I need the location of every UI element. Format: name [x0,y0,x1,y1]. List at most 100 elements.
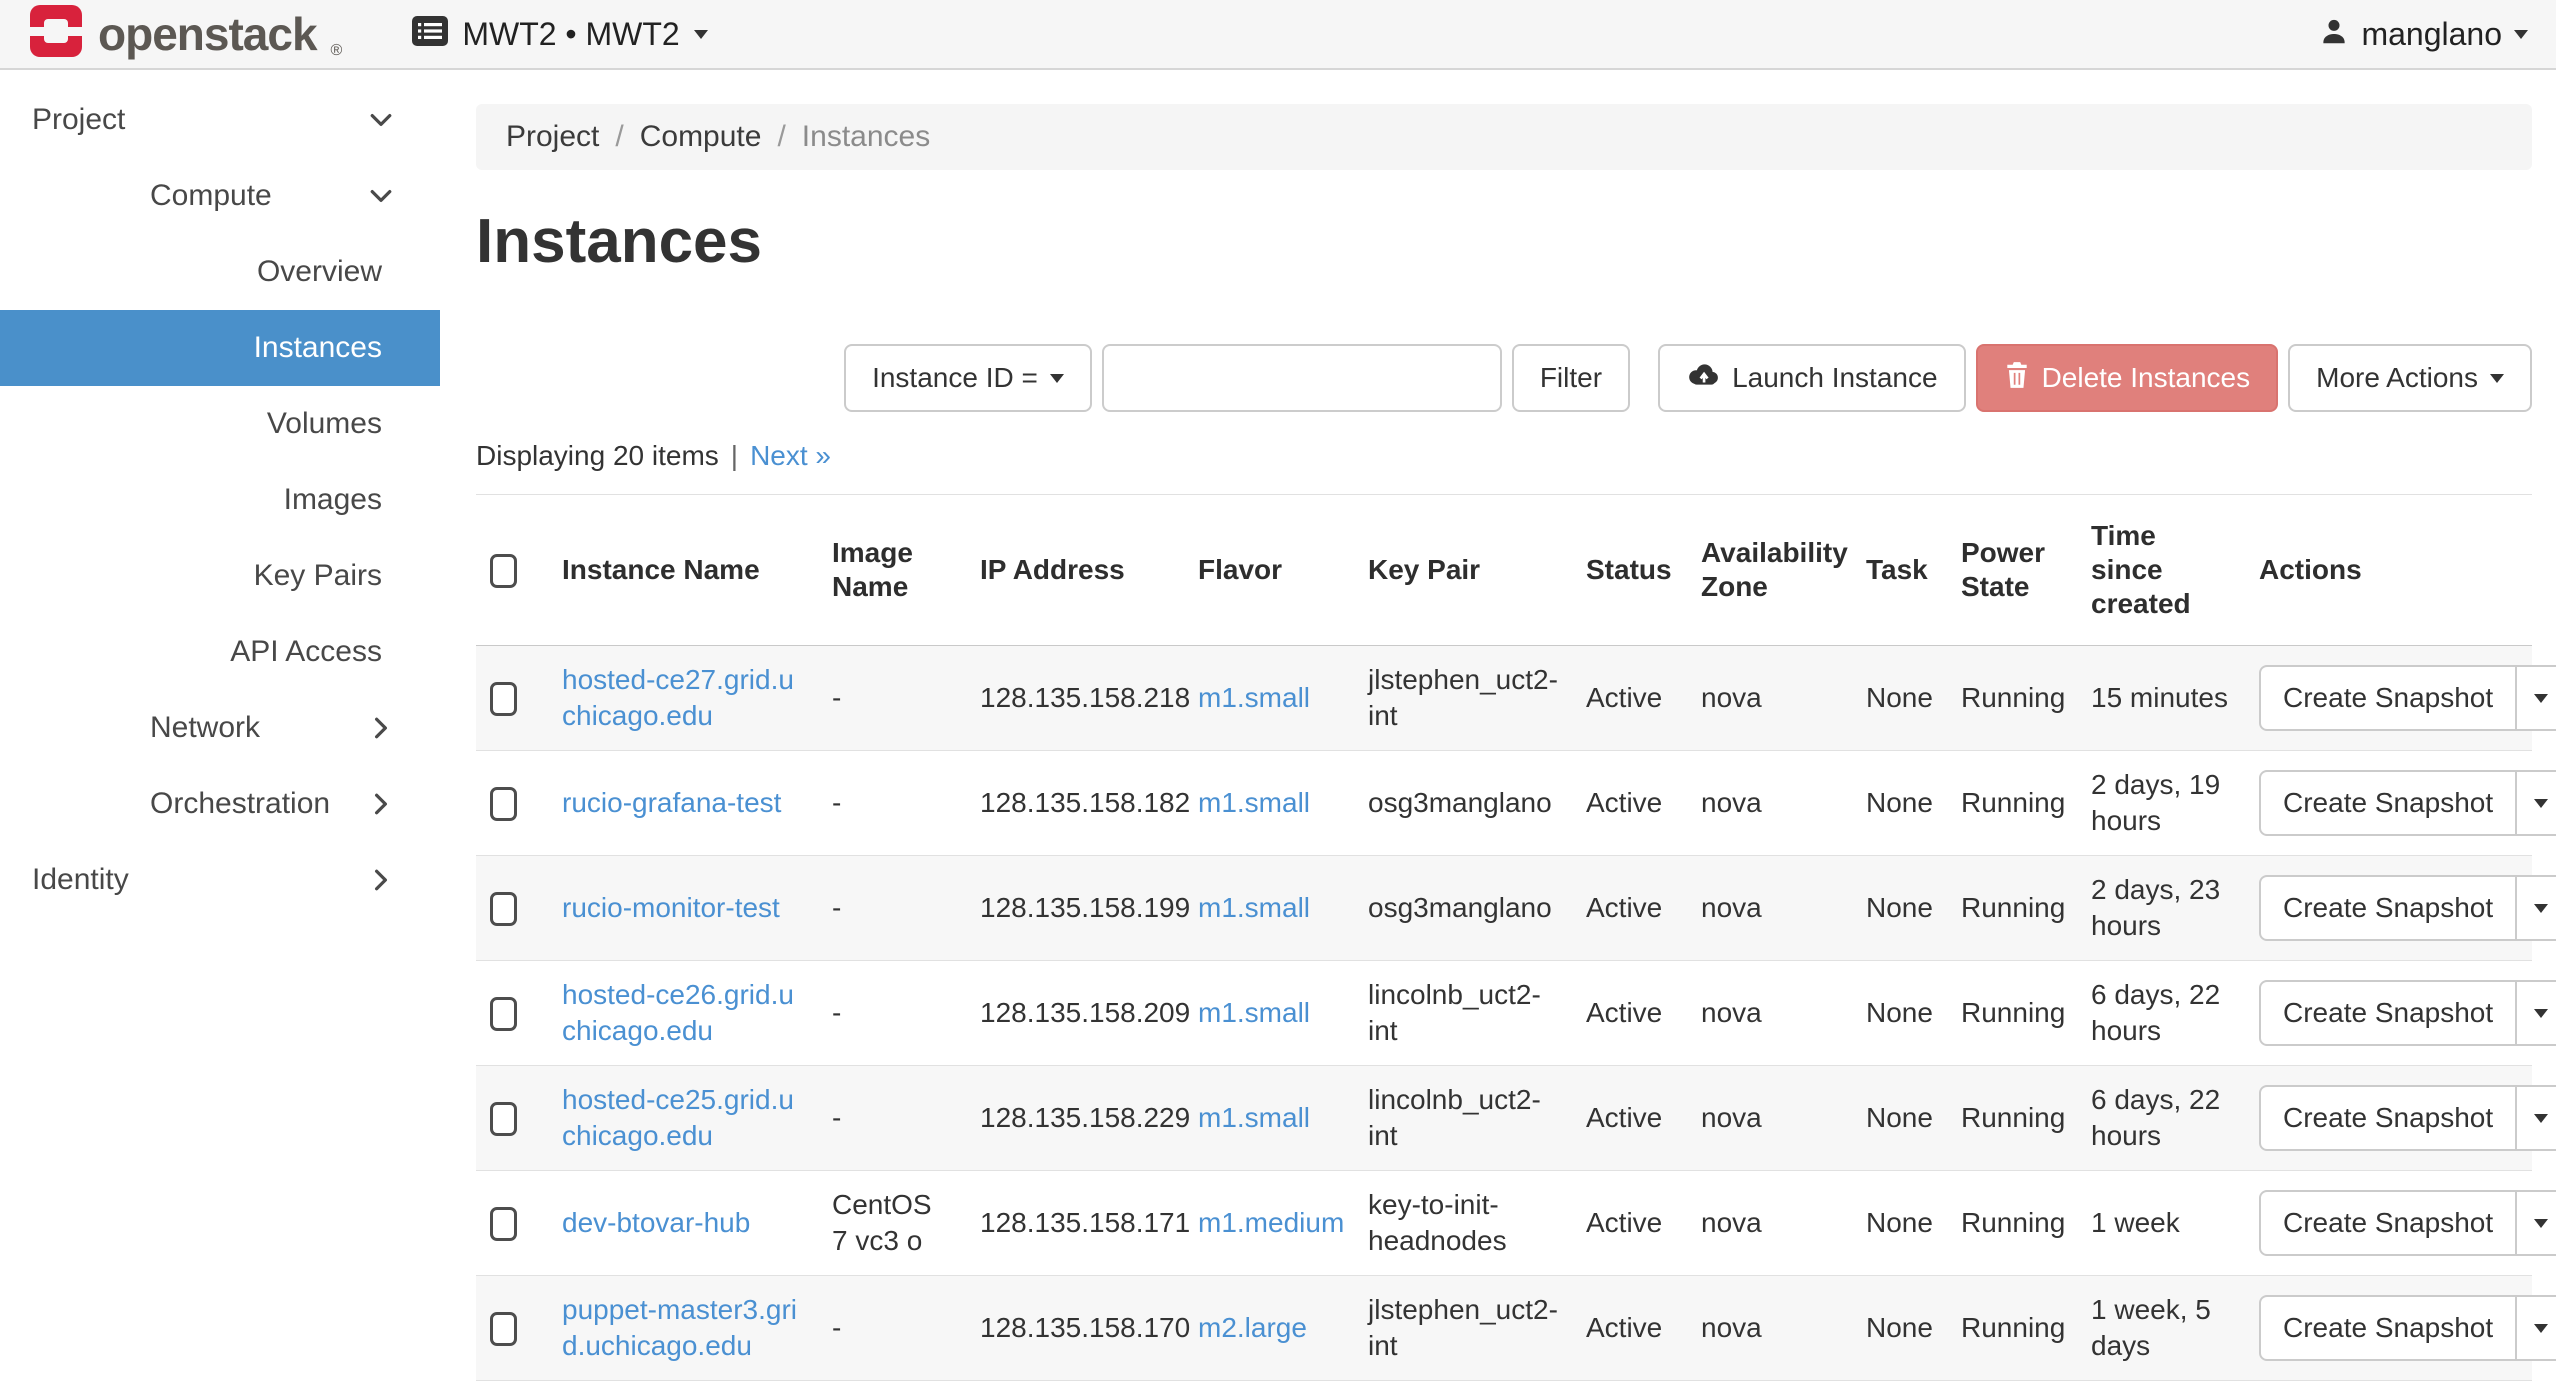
flavor-link[interactable]: m1.medium [1198,1207,1344,1238]
ip-address-cell: 128.135.158.209 [966,961,1184,1066]
flavor-link[interactable]: m1.small [1198,682,1310,713]
power-state-cell: Running [1947,961,2077,1066]
filter-field-dropdown[interactable]: Instance ID = [844,344,1092,412]
chevron-down-icon [2534,1009,2548,1018]
openstack-brand[interactable]: openstack ® [28,3,342,66]
filter-field-label: Instance ID = [872,362,1038,394]
row-select-cell [476,1276,548,1381]
availability-zone-cell: nova [1687,856,1852,961]
column-header-actions[interactable]: Actions [2245,495,2532,646]
column-header-task[interactable]: Task [1852,495,1947,646]
breadcrumb-item-project[interactable]: Project [506,120,640,154]
flavor-link[interactable]: m1.small [1198,892,1310,923]
create-snapshot-button[interactable]: Create Snapshot [2259,1085,2516,1151]
column-header-instance-name[interactable]: Instance Name [548,495,818,646]
ip-address-cell: 128.135.158.229 [966,1066,1184,1171]
launch-instance-button[interactable]: Launch Instance [1658,344,1966,412]
row-actions-dropdown-toggle[interactable] [2516,665,2556,731]
instance-name-link[interactable]: rucio-monitor-test [562,890,780,926]
create-snapshot-button[interactable]: Create Snapshot [2259,1190,2516,1256]
sidebar-item-project[interactable]: Project [0,82,440,158]
row-checkbox[interactable] [490,1207,517,1241]
row-checkbox[interactable] [490,997,517,1031]
sidebar-item-label: Identity [32,863,366,897]
create-snapshot-button[interactable]: Create Snapshot [2259,770,2516,836]
sidebar-item-api-access[interactable]: API Access [0,614,440,690]
row-actions-dropdown-toggle[interactable] [2516,1190,2556,1256]
filter-button[interactable]: Filter [1512,344,1630,412]
row-actions-dropdown-toggle[interactable] [2516,875,2556,941]
key-pair-cell: lincolnb_uct2-int [1354,1066,1572,1171]
actions-cell: Create Snapshot [2245,961,2532,1066]
select-all-header [476,495,548,646]
chevron-down-icon [1050,374,1064,383]
page-title: Instances [476,204,2532,280]
chevron-down-icon [694,30,708,39]
sidebar-item-instances[interactable]: Instances [0,310,440,386]
row-actions-dropdown-toggle[interactable] [2516,770,2556,836]
instance-name-link[interactable]: hosted-ce26.grid.uchicago.edu [562,977,804,1049]
sidebar-item-orchestration[interactable]: Orchestration [0,766,440,842]
row-actions-dropdown-toggle[interactable] [2516,1295,2556,1361]
sidebar-item-compute[interactable]: Compute [0,158,440,234]
key-pair-cell: key-to-init-headnodes [1354,1171,1572,1276]
column-header-ip-address[interactable]: IP Address [966,495,1184,646]
row-checkbox[interactable] [490,787,517,821]
create-snapshot-button[interactable]: Create Snapshot [2259,1295,2516,1361]
column-header-status[interactable]: Status [1572,495,1687,646]
row-checkbox[interactable] [490,1312,517,1346]
instance-name-cell: puppet-master3.grid.uchicago.edu [548,1276,818,1381]
filter-query-input[interactable] [1102,344,1502,412]
breadcrumb-item-compute[interactable]: Compute [640,120,802,154]
column-header-image-name[interactable]: Image Name [818,495,966,646]
column-header-availability-zone[interactable]: Availability Zone [1687,495,1852,646]
instance-name-link[interactable]: dev-btovar-hub [562,1205,750,1241]
flavor-link[interactable]: m1.small [1198,1102,1310,1133]
create-snapshot-button[interactable]: Create Snapshot [2259,665,2516,731]
availability-zone-cell: nova [1687,1066,1852,1171]
actions-cell: Create Snapshot [2245,751,2532,856]
row-actions-dropdown-toggle[interactable] [2516,1085,2556,1151]
separator [719,440,750,472]
sidebar-item-volumes[interactable]: Volumes [0,386,440,462]
cloud-upload-icon [1686,361,1720,395]
row-actions-dropdown-toggle[interactable] [2516,980,2556,1046]
column-header-time-since-created[interactable]: Time since created [2077,495,2245,646]
sidebar-item-network[interactable]: Network [0,690,440,766]
row-checkbox[interactable] [490,892,517,926]
create-snapshot-button[interactable]: Create Snapshot [2259,980,2516,1046]
next-page-link[interactable]: Next » [750,440,831,472]
select-all-checkbox[interactable] [490,554,517,588]
row-checkbox[interactable] [490,1102,517,1136]
list-icon [412,16,448,53]
actions-cell: Create Snapshot [2245,1171,2532,1276]
column-header-flavor[interactable]: Flavor [1184,495,1354,646]
task-cell: None [1852,646,1947,751]
table-row: dev-btovar-hub CentOS 7 vc3 o 128.135.15… [476,1171,2532,1276]
flavor-link[interactable]: m1.small [1198,787,1310,818]
row-checkbox[interactable] [490,682,517,716]
sidebar-item-identity[interactable]: Identity [0,842,440,918]
instance-name-link[interactable]: puppet-master3.grid.uchicago.edu [562,1292,804,1364]
project-context-switcher[interactable]: MWT2 • MWT2 [412,16,707,53]
instance-name-link[interactable]: rucio-grafana-test [562,785,781,821]
user-menu[interactable]: manglano [2319,16,2528,53]
sidebar-item-overview[interactable]: Overview [0,234,440,310]
sidebar-item-images[interactable]: Images [0,462,440,538]
column-header-key-pair[interactable]: Key Pair [1354,495,1572,646]
delete-instances-button[interactable]: Delete Instances [1976,344,2279,412]
openstack-logo-icon [28,3,84,66]
sidebar-item-key-pairs[interactable]: Key Pairs [0,538,440,614]
instance-name-link[interactable]: hosted-ce25.grid.uchicago.edu [562,1082,804,1154]
row-actions: Create Snapshot [2259,1085,2556,1151]
flavor-link[interactable]: m2.large [1198,1312,1307,1343]
instance-name-link[interactable]: hosted-ce27.grid.uchicago.edu [562,662,804,734]
flavor-link[interactable]: m1.small [1198,997,1310,1028]
column-header-power-state[interactable]: Power State [1947,495,2077,646]
more-actions-button[interactable]: More Actions [2288,344,2532,412]
status-cell: Active [1572,856,1687,961]
create-snapshot-button[interactable]: Create Snapshot [2259,875,2516,941]
top-navbar: openstack ® MWT2 • MWT2 manglano [0,0,2556,70]
time-since-created-cell: 2 days, 23 hours [2077,856,2245,961]
instance-name-cell: rucio-grafana-test [548,751,818,856]
